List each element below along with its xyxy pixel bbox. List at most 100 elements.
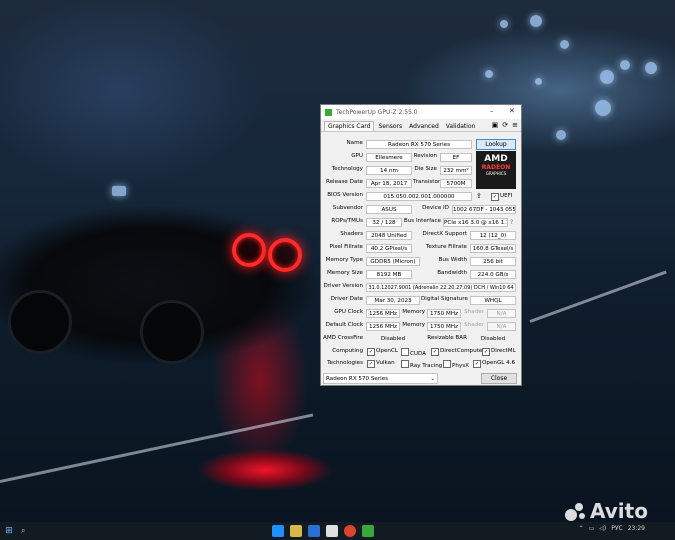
revision-label: Revision (413, 153, 437, 159)
clock[interactable]: 23:29 (628, 525, 645, 532)
store-icon[interactable] (326, 525, 338, 537)
close-icon[interactable]: ✕ (509, 107, 515, 115)
system-tray: ⌃ ▭ ◁) РУС 23:29 (579, 525, 645, 532)
digital-signature-label: Digital Signature (421, 296, 468, 302)
technology-value[interactable]: 14 nm (366, 166, 412, 175)
default-clock-memory-label: Memory (402, 322, 425, 328)
crossfire-label: AMD CrossFire (323, 335, 364, 341)
memory-type-value[interactable]: GDDR5 (Micron) (366, 257, 420, 266)
gpu-select-dropdown[interactable]: Radeon RX 570 Series ⌄ (323, 373, 438, 384)
shaders-value[interactable]: 2048 Unified (366, 231, 412, 240)
driver-date-label: Driver Date (330, 296, 363, 302)
crossfire-value: Disabled (380, 336, 406, 342)
search-icon[interactable]: ⌕ (21, 526, 25, 536)
digital-signature-value[interactable]: WHQL (470, 296, 516, 305)
bus-interface-label: Bus Interface (403, 218, 441, 224)
rops-tmus-value[interactable]: 32 / 128 (366, 218, 402, 227)
rops-tmus-label: ROPs/TMUs (331, 218, 363, 224)
die-size-value[interactable]: 232 mm² (440, 166, 472, 175)
chevron-down-icon: ⌄ (430, 376, 435, 382)
volume-icon[interactable]: ◁) (599, 525, 606, 532)
opera-icon[interactable] (344, 525, 356, 537)
menu-icon[interactable]: ≡ (512, 121, 518, 129)
window-titlebar[interactable]: TechPowerUp GPU-Z 2.55.0 – ✕ (321, 105, 521, 119)
bus-interface-value[interactable]: PCIe x16 3.0 @ x16 1.1 (443, 218, 508, 227)
network-icon[interactable]: ▭ (589, 525, 595, 532)
ray-tracing-checkbox[interactable]: Ray Tracing (401, 360, 442, 369)
subvendor-label: Subvendor (332, 205, 363, 211)
windows-start-icon[interactable]: ⊞ (0, 526, 18, 536)
tab-advanced[interactable]: Advanced (406, 122, 442, 131)
gpu-clock-memory-value[interactable]: 1750 MHz (427, 309, 461, 318)
transistors-label: Transistors (413, 179, 444, 185)
memory-type-label: Memory Type (325, 257, 363, 263)
default-clock-memory-value[interactable]: 1750 MHz (427, 322, 461, 331)
name-label: Name (346, 140, 363, 146)
file-explorer-icon[interactable] (290, 525, 302, 537)
edge-browser-icon[interactable] (272, 525, 284, 537)
uefi-checkbox[interactable]: ✓ UEFI (491, 193, 513, 201)
cuda-checkbox[interactable]: CUDA (401, 348, 426, 357)
pixel-fillrate-value[interactable]: 40.2 GPixel/s (366, 244, 412, 253)
opengl-checkbox[interactable]: ✓ OpenGL 4.6 (473, 360, 515, 368)
revision-value[interactable]: EF (440, 153, 472, 162)
gpu-clock-shader-label: Shader (464, 309, 484, 315)
directx-label: DirectX Support (422, 231, 467, 237)
release-date-value[interactable]: Apr 18, 2017 (366, 179, 412, 188)
physx-checkbox[interactable]: PhysX (443, 360, 469, 369)
bandwidth-value[interactable]: 224.0 GB/s (470, 270, 516, 279)
memory-size-label: Memory Size (326, 270, 363, 276)
close-button[interactable]: Close (481, 373, 517, 384)
avito-logo-icon (565, 501, 587, 521)
window-title: TechPowerUp GPU-Z 2.55.0 (336, 108, 418, 116)
driver-version-value[interactable]: 31.0.12027.9001 (Adrenalin 22.20.27.09) … (366, 283, 516, 292)
tab-sensors[interactable]: Sensors (375, 122, 405, 131)
gpu-clock-shader-value[interactable]: N/A (487, 309, 516, 318)
directml-checkbox[interactable]: ✓ DirectML (482, 348, 516, 356)
directx-value[interactable]: 12 (12_0) (470, 231, 516, 240)
share-icon[interactable]: ⇪ (476, 192, 482, 200)
driver-date-value[interactable]: Mar 30, 2023 (366, 296, 420, 305)
driver-version-label: Driver Version (323, 283, 363, 289)
refresh-icon[interactable]: ⟳ (502, 121, 508, 129)
default-clock-value[interactable]: 1256 MHz (366, 322, 400, 331)
computing-label: Computing (332, 348, 363, 354)
opencl-checkbox[interactable]: ✓ OpenCL (367, 348, 398, 356)
bios-version-label: BIOS Version (327, 192, 363, 198)
gpuz-taskbar-icon[interactable] (362, 525, 374, 537)
gpu-value[interactable]: Ellesmere (366, 153, 412, 162)
vulkan-checkbox[interactable]: ✓ Vulkan (367, 360, 395, 368)
name-value[interactable]: Radeon RX 570 Series (366, 140, 472, 149)
bus-width-value[interactable]: 256 bit (470, 257, 516, 266)
release-date-label: Release Date (325, 179, 363, 185)
language-indicator[interactable]: РУС (611, 525, 622, 532)
gpu-clock-value[interactable]: 1256 MHz (366, 309, 400, 318)
subvendor-value[interactable]: ASUS (366, 205, 412, 214)
device-id-label: Device ID (422, 205, 449, 211)
die-size-label: Die Size (414, 166, 437, 172)
pixel-fillrate-label: Pixel Fillrate (329, 244, 363, 250)
tab-validation[interactable]: Validation (443, 122, 479, 131)
gpuz-app-icon (325, 108, 332, 116)
device-id-value[interactable]: 1002 67DF - 1043 0558 (452, 205, 516, 214)
gpu-clock-memory-label: Memory (402, 309, 425, 315)
help-icon[interactable]: ? (510, 219, 513, 226)
texture-fillrate-value[interactable]: 160.8 GTexel/s (470, 244, 516, 253)
camera-icon[interactable]: ▣ (492, 121, 499, 129)
bios-version-value[interactable]: 015.050.002.001.000000 (366, 192, 472, 201)
minimize-icon[interactable]: – (490, 107, 494, 115)
directcompute-checkbox[interactable]: ✓ DirectCompute (431, 348, 482, 356)
transistors-value[interactable]: 5700M (440, 179, 472, 188)
tab-graphics-card[interactable]: Graphics Card (324, 121, 375, 131)
default-clock-shader-value[interactable]: N/A (487, 322, 516, 331)
mail-icon[interactable] (308, 525, 320, 537)
lookup-button[interactable]: Lookup (476, 139, 516, 150)
gpu-label: GPU (351, 153, 363, 159)
shaders-label: Shaders (340, 231, 363, 237)
gpuz-window: TechPowerUp GPU-Z 2.55.0 – ✕ Graphics Ca… (320, 104, 522, 386)
tab-bar: Graphics Card Sensors Advanced Validatio… (321, 119, 521, 132)
gpu-clock-label: GPU Clock (334, 309, 363, 315)
tray-chevron-icon[interactable]: ⌃ (579, 525, 584, 532)
resizable-bar-value: Disabled (480, 336, 506, 342)
memory-size-value[interactable]: 8192 MB (366, 270, 412, 279)
